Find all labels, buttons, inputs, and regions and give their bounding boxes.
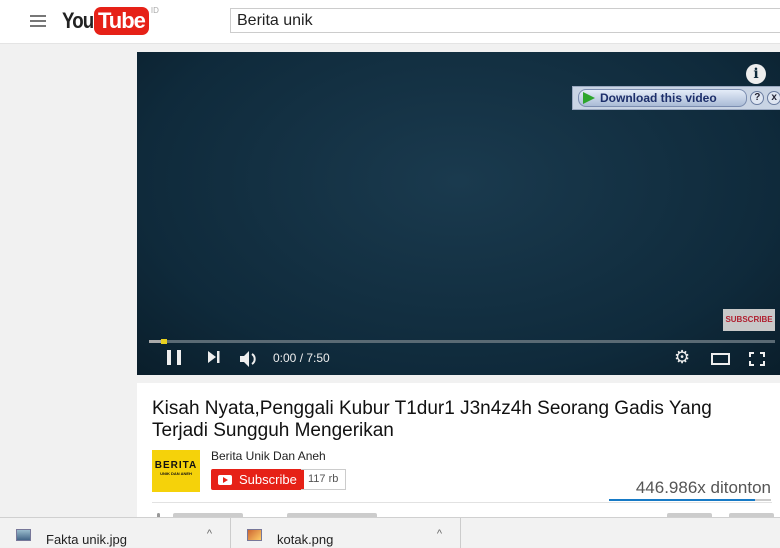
download-item[interactable]: kotak.png ^ [231,518,461,548]
image-file-icon [16,529,31,541]
settings-gear-icon[interactable]: ⚙ [674,347,690,367]
video-title: Kisah Nyata,Penggali Kubur T1dur1 J3n4z4… [152,398,712,441]
download-item[interactable]: Fakta unik.jpg ^ [0,518,231,548]
subscriber-count: 117 rb [301,469,347,490]
logo-you: You [62,8,94,33]
youtube-play-icon [218,474,232,485]
avatar-text: BERITA [154,460,198,471]
download-filename: Fakta unik.jpg [46,532,127,547]
divider [152,502,772,503]
top-header: You Tube ID [0,0,780,44]
image-file-icon [247,529,262,541]
theater-mode-icon[interactable] [711,353,730,365]
time-display: 0:00 / 7:50 [273,351,330,365]
subscribe-button[interactable]: Subscribe [211,469,304,490]
channel-name[interactable]: Berita Unik Dan Aneh [211,449,326,463]
video-player[interactable]: i Download this video ? x SUBSCRIBE 0:00… [137,52,780,375]
subscribe-label: Subscribe [239,472,297,487]
view-count: 446.986x ditonton [635,478,771,497]
chevron-up-icon[interactable]: ^ [207,528,212,540]
close-icon[interactable]: x [767,91,780,105]
channel-avatar[interactable]: BERITA UNIK DAN ANEH [152,450,200,492]
like-ratio-bar [609,499,771,501]
play-arrow-icon [583,92,595,104]
hamburger-menu-icon[interactable] [30,15,46,30]
download-video-button[interactable]: Download this video [578,89,748,107]
volume-icon[interactable] [239,350,259,368]
logo-tube: Tube [94,7,149,35]
scrubber-handle[interactable] [161,339,167,344]
help-icon[interactable]: ? [750,91,765,105]
next-icon[interactable] [207,350,221,368]
logo-country-code: ID [150,6,159,15]
video-info-panel: Kisah Nyata,Penggali Kubur T1dur1 J3n4z4… [137,383,780,523]
search-input[interactable] [230,8,780,33]
progress-bar[interactable] [149,339,775,344]
avatar-subtext: UNIK DAN ANEH [160,471,192,476]
download-label: Download this video [600,91,717,105]
chevron-up-icon[interactable]: ^ [437,528,442,540]
info-icon[interactable]: i [746,64,766,84]
downloads-bar: Fakta unik.jpg ^ kotak.png ^ [0,517,780,548]
fullscreen-icon[interactable] [749,352,765,366]
pause-icon[interactable] [167,350,181,368]
subscribe-watermark[interactable]: SUBSCRIBE [723,309,775,331]
youtube-logo[interactable]: You Tube ID [62,6,159,36]
download-filename: kotak.png [277,532,334,547]
download-addon-bar: Download this video ? x [572,86,780,110]
